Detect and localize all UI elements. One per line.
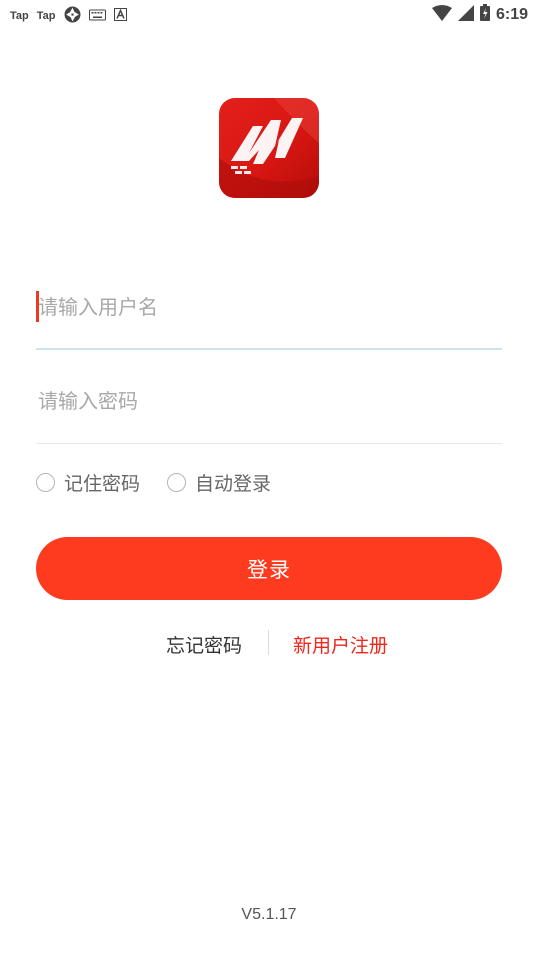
battery-charging-icon <box>479 4 490 26</box>
username-field-container <box>36 287 504 327</box>
links-divider <box>268 630 269 655</box>
password-underline <box>36 443 502 444</box>
radio-circle-icon[interactable] <box>167 473 186 492</box>
tap-app-icon: Tap <box>36 10 56 22</box>
keyboard-icon <box>88 9 106 24</box>
wifi-icon <box>431 4 452 26</box>
password-field-container <box>36 381 504 421</box>
text-cursor <box>36 291 39 322</box>
remember-password-option[interactable]: 记住密码 <box>36 469 140 496</box>
auto-login-option[interactable]: 自动登录 <box>167 469 271 496</box>
login-button[interactable]: 登录 <box>36 537 502 600</box>
clock: 6:19 <box>495 6 528 23</box>
version-label: V5.1.17 <box>241 906 297 923</box>
auto-login-label: 自动登录 <box>195 473 272 495</box>
forgot-password-link[interactable]: 忘记密码 <box>166 631 242 658</box>
aperture-icon <box>64 6 81 26</box>
radio-circle-icon[interactable] <box>36 473 55 492</box>
signal-icon <box>457 4 474 26</box>
username-underline <box>36 348 502 350</box>
username-input[interactable] <box>36 287 504 327</box>
app-logo-mark <box>219 98 319 198</box>
remember-password-label: 记住密码 <box>64 473 141 495</box>
secondary-links: 忘记密码 新用户注册 <box>0 626 538 660</box>
password-input[interactable] <box>36 381 504 421</box>
status-bar: Tap Tap 6:19 <box>0 0 538 28</box>
register-link[interactable]: 新用户注册 <box>293 631 388 658</box>
app-logo <box>219 98 319 198</box>
tap-app-icon: Tap <box>10 10 29 22</box>
text-a-icon <box>113 8 127 24</box>
